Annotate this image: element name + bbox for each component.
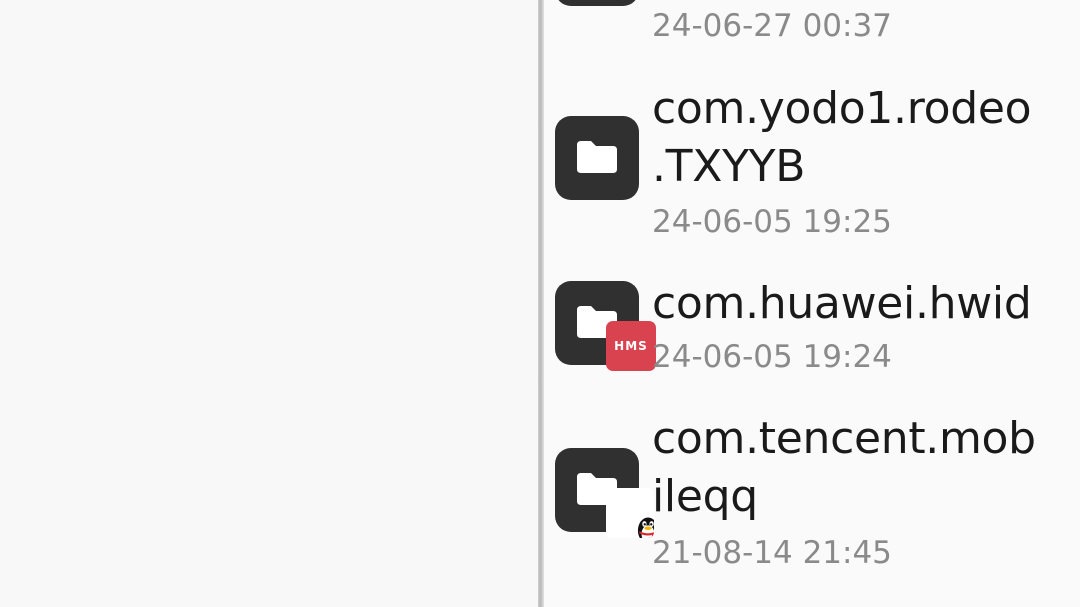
left-pane xyxy=(0,0,540,607)
qq-penguin-icon xyxy=(606,488,654,538)
list-item[interactable]: 24-06-27 00:37 xyxy=(544,0,1080,60)
file-name: com.yodo1.rodeo .TXYYB xyxy=(652,83,1032,192)
folder-icon xyxy=(555,0,639,6)
file-name: com.huawei.hwid xyxy=(652,278,1032,329)
folder-glyph-icon xyxy=(577,141,617,173)
file-list: 24-06-27 00:37 com.yodo1.rodeo .TXYYB 24… xyxy=(544,0,1080,607)
list-item[interactable]: com.yodo1.rodeo .TXYYB 24-06-05 19:25 xyxy=(544,80,1080,250)
folder-icon xyxy=(555,448,654,538)
folder-icon xyxy=(555,116,639,200)
folder-icon: HMS xyxy=(555,281,656,371)
hms-app-icon: HMS xyxy=(606,321,656,371)
file-date: 24-06-27 00:37 xyxy=(652,8,892,44)
file-date: 24-06-05 19:25 xyxy=(652,204,892,240)
list-item[interactable]: HMS com.huawei.hwid 24-06-05 19:24 xyxy=(544,275,1080,385)
file-date: 21-08-14 21:45 xyxy=(652,535,892,571)
file-date: 24-06-05 19:24 xyxy=(652,339,892,375)
file-name: com.tencent.mob ileqq xyxy=(652,413,1036,522)
file-manager-screen: 24-06-27 00:37 com.yodo1.rodeo .TXYYB 24… xyxy=(0,0,1080,607)
list-item[interactable]: com.tencent.mob ileqq 21-08-14 21:45 xyxy=(544,410,1080,580)
